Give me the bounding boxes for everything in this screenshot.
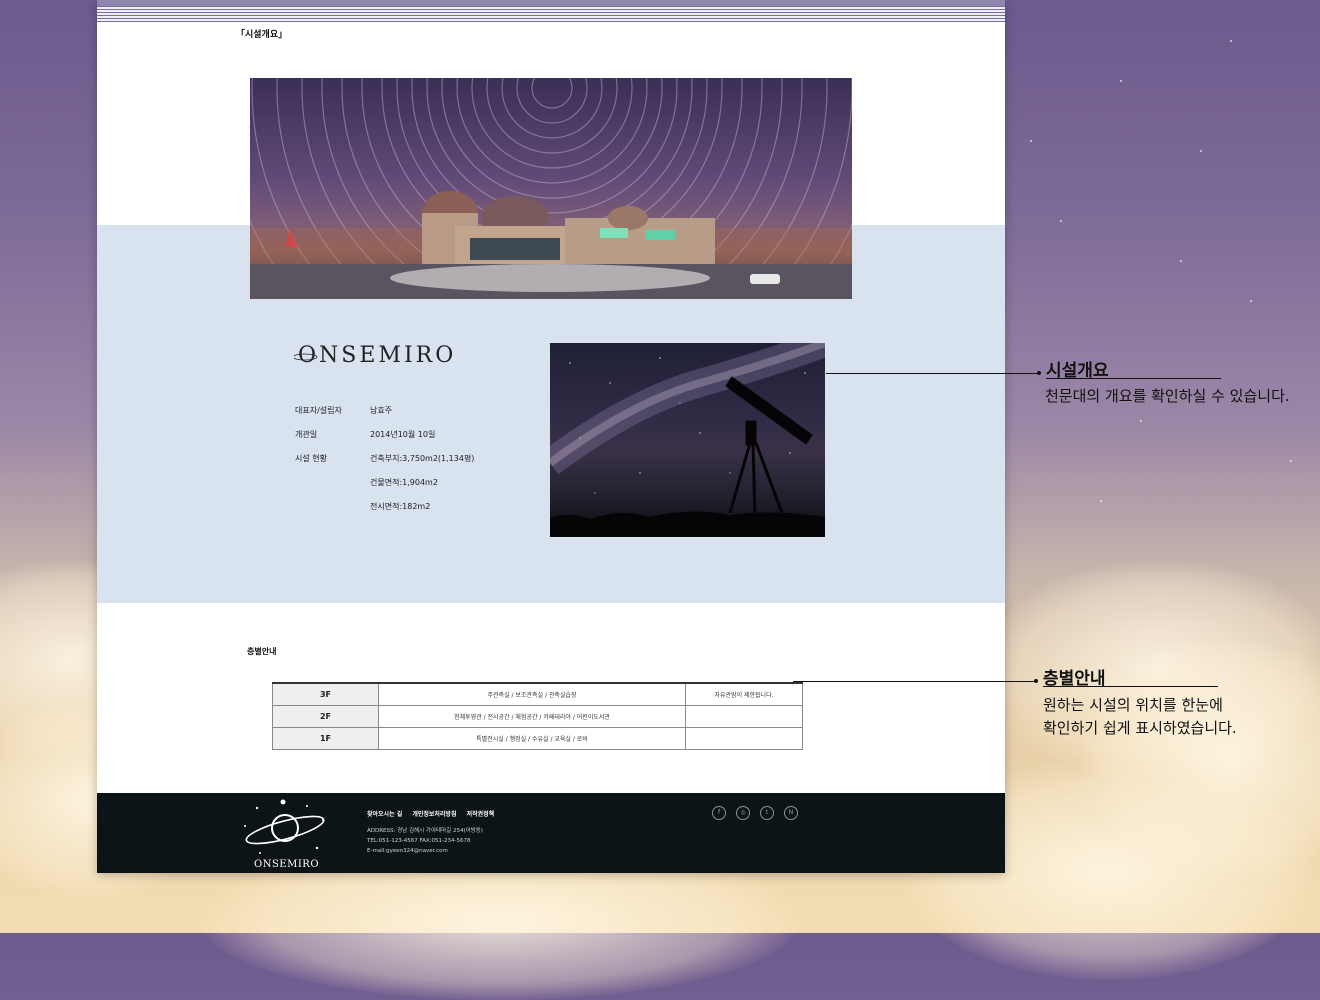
telescope-night-sky-image <box>550 343 825 537</box>
footer-link-directions[interactable]: 찾아오시는 길 <box>367 811 402 818</box>
annotation-desc-line: 확인하기 쉽게 표시하였습니다. <box>1043 719 1237 737</box>
info-value: 건물면적:1,904m2 <box>370 478 438 487</box>
floor-label: 1F <box>272 727 379 750</box>
instagram-icon[interactable]: ◎ <box>736 806 750 820</box>
floor-facilities: 주관측실 / 보조관측실 / 관측실습장 <box>378 682 686 706</box>
top-stripe-decoration <box>97 0 1005 22</box>
annotation-desc-overview: 천문대의 개요를 확인하실 수 있습니다. <box>1045 387 1290 405</box>
annotation-dot <box>1034 679 1038 683</box>
website-page: 「시설개요」 ONSEMIRO 대표자/설립자 남효주 개관일 2014년10월… <box>97 0 1005 873</box>
footer-tel-fax: TEL:051-123-4567 FAX:051-234-5678 <box>367 838 471 844</box>
floor-facilities: 특별전시실 / 행정실 / 수유실 / 교육실 / 로비 <box>378 727 686 750</box>
overview-section-title: 「시설개요」 <box>236 30 288 40</box>
info-value: 남효주 <box>370 406 393 415</box>
footer-email: E-mail:gyeen324@naver.com <box>367 848 448 854</box>
annotation-connector <box>826 373 1040 374</box>
info-label: 개관일 <box>295 430 318 439</box>
floors-section-title: 층별안내 <box>247 647 277 656</box>
observatory-hero-image <box>250 78 852 299</box>
onsemiro-logo: ONSEMIRO <box>294 343 456 368</box>
table-row: 2F 천체투영관 / 전시공간 / 체험공간 / 카페테리아 / 어린이도서관 <box>272 705 803 728</box>
footer-address: ADDRESS: 경남 김해시 가야테마길 254(어방동) <box>367 828 483 834</box>
annotation-desc-line: 원하는 시설의 위치를 한눈에 <box>1043 696 1223 714</box>
facebook-icon[interactable]: f <box>712 806 726 820</box>
footer-contact: ADDRESS: 경남 김해시 가야테마길 254(어방동) TEL:051-1… <box>367 826 483 856</box>
floor-guide-table: 3F 주관측실 / 보조관측실 / 관측실습장 자유관람이 제한됩니다. 2F … <box>272 682 803 750</box>
table-row: 3F 주관측실 / 보조관측실 / 관측실습장 자유관람이 제한됩니다. <box>272 682 803 706</box>
naver-icon[interactable]: N <box>784 806 798 820</box>
floor-label: 3F <box>272 682 379 706</box>
floor-label: 2F <box>272 705 379 728</box>
table-row: 1F 특별전시실 / 행정실 / 수유실 / 교육실 / 로비 <box>272 727 803 750</box>
footer-link-copyright[interactable]: 저작권정책 <box>467 811 495 818</box>
annotation-title-floors: 층별안내 <box>1043 669 1106 689</box>
site-footer <box>97 793 1005 873</box>
footer-links: 찾아오시는 길 개인정보처리방침 저작권정책 <box>367 809 502 818</box>
floor-note <box>685 727 803 750</box>
footer-logo-text: ONSEMIRO <box>254 859 320 870</box>
annotation-connector <box>793 681 1037 682</box>
info-label: 대표자/설립자 <box>295 406 342 415</box>
annotation-dot <box>1037 371 1041 375</box>
footer-link-privacy[interactable]: 개인정보처리방침 <box>412 811 456 818</box>
saturn-logo-icon <box>244 799 325 854</box>
floor-note <box>685 705 803 728</box>
info-value: 2014년10월 10일 <box>370 430 436 439</box>
annotation-title-overview: 시설개요 <box>1046 361 1109 381</box>
twitter-icon[interactable]: t <box>760 806 774 820</box>
info-label: 시설 현황 <box>295 454 327 463</box>
info-value: 건축부지:3,750m2(1,134평) <box>370 454 475 463</box>
floor-facilities: 천체투영관 / 전시공간 / 체험공간 / 카페테리아 / 어린이도서관 <box>378 705 686 728</box>
annotation-desc-floors: 원하는 시설의 위치를 한눈에 확인하기 쉽게 표시하였습니다. <box>1043 694 1237 740</box>
info-value: 전시면적:182m2 <box>370 502 431 511</box>
floor-note: 자유관람이 제한됩니다. <box>685 682 803 706</box>
